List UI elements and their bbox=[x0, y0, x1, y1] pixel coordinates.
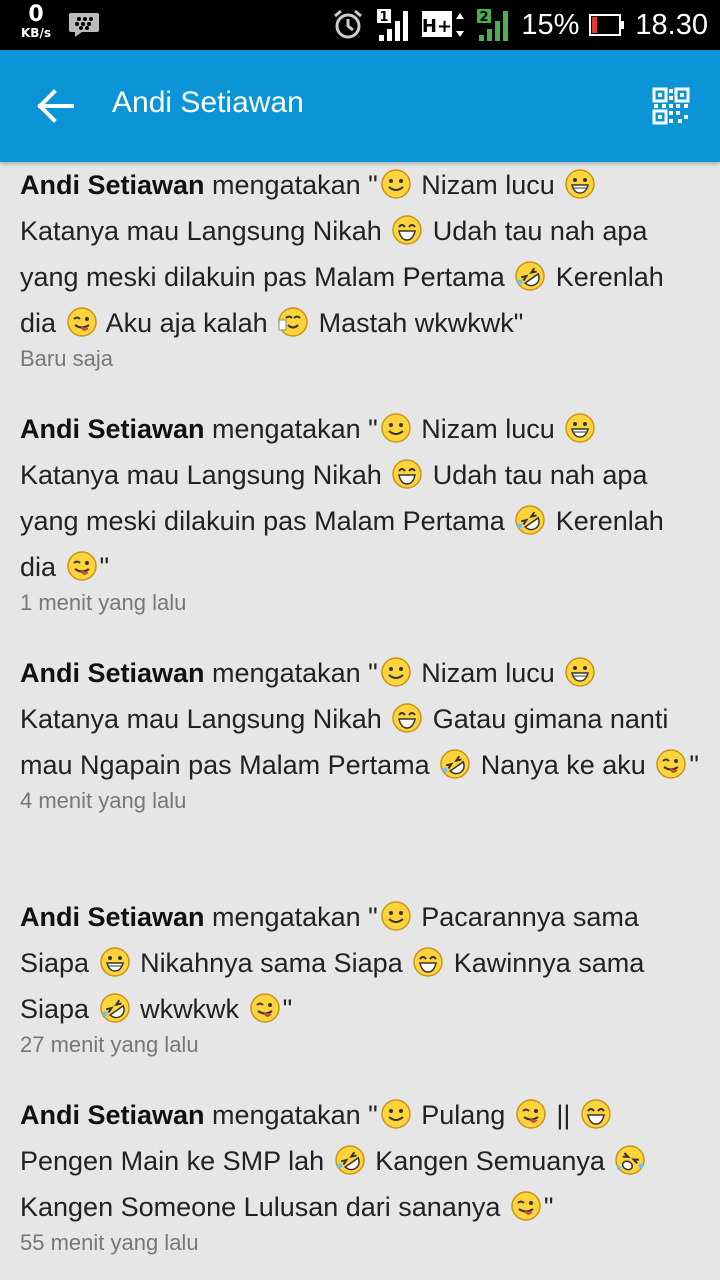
message-text: Pengen Main ke SMP lah bbox=[20, 1146, 332, 1176]
update-item[interactable]: Andi Setiawan mengatakan " Nizam lucu Ka… bbox=[0, 162, 720, 406]
tongue-emoji-icon bbox=[516, 1099, 546, 1129]
message-text: wkwkwk bbox=[132, 994, 247, 1024]
message-text: " bbox=[99, 552, 110, 582]
update-item[interactable]: Andi Setiawan mengatakan " Nizam lucu Ka… bbox=[0, 406, 720, 650]
back-arrow-icon[interactable] bbox=[30, 84, 80, 128]
author-name[interactable]: Andi Setiawan bbox=[20, 658, 205, 688]
update-timestamp: 4 menit yang lalu bbox=[20, 788, 187, 813]
author-name[interactable]: Andi Setiawan bbox=[20, 1100, 205, 1130]
svg-text:1: 1 bbox=[380, 10, 389, 25]
update-timestamp: 1 menit yang lalu bbox=[20, 590, 187, 615]
message-text: Katanya mau Langsung Nikah bbox=[20, 460, 390, 490]
grin-emoji-icon bbox=[565, 169, 596, 199]
network-type-icon: H+ bbox=[422, 11, 465, 37]
network-speed-value: 0 bbox=[28, 2, 44, 27]
message-text: Katanya mau Langsung Nikah bbox=[20, 704, 390, 734]
laugh-emoji-icon bbox=[392, 703, 422, 733]
update-feed: Andi Setiawan mengatakan " Nizam lucu Ka… bbox=[0, 162, 720, 1280]
update-verb: mengatakan " bbox=[204, 1100, 378, 1130]
signal-sim1-icon: 1 bbox=[377, 9, 409, 41]
battery-icon bbox=[589, 14, 625, 36]
tongue-emoji-icon bbox=[511, 1191, 541, 1221]
update-verb: mengatakan " bbox=[204, 414, 378, 444]
update-verb: mengatakan " bbox=[204, 902, 378, 932]
svg-text:H+: H+ bbox=[422, 16, 452, 37]
update-item[interactable]: Andi Setiawan mengatakan " Nizam lucu Ka… bbox=[0, 650, 720, 894]
laugh-emoji-icon bbox=[392, 215, 422, 245]
author-name[interactable]: Andi Setiawan bbox=[20, 170, 205, 200]
page-title: Andi Setiawan bbox=[112, 86, 304, 119]
alarm-icon bbox=[334, 9, 363, 39]
message-text: Kangen Semuanya bbox=[367, 1146, 613, 1176]
tongue-emoji-icon bbox=[66, 551, 97, 581]
qr-code-icon[interactable] bbox=[652, 87, 690, 125]
message-text: " bbox=[543, 1192, 554, 1222]
message-text: Nizam lucu bbox=[413, 414, 563, 444]
network-speed-unit: KB/s bbox=[21, 26, 51, 40]
smile-emoji-icon bbox=[380, 413, 411, 443]
rofl-emoji-icon bbox=[99, 993, 130, 1023]
grin-emoji-icon bbox=[565, 413, 596, 443]
update-item[interactable]: Andi Setiawan mengatakan " Pulang || Pen… bbox=[0, 1092, 720, 1280]
message-text: Nanya ke aku bbox=[473, 750, 654, 780]
smile-emoji-icon bbox=[380, 1099, 411, 1129]
smile-emoji-icon bbox=[380, 657, 411, 687]
app-bar: Andi Setiawan bbox=[0, 50, 720, 162]
drink-emoji-icon bbox=[278, 307, 308, 337]
update-message: Andi Setiawan mengatakan " Nizam lucu Ka… bbox=[20, 406, 702, 590]
update-timestamp: Baru saja bbox=[20, 346, 113, 371]
update-item[interactable]: Andi Setiawan mengatakan " Pacarannya sa… bbox=[0, 894, 720, 1092]
message-text: " bbox=[282, 994, 293, 1024]
update-message: Andi Setiawan mengatakan " Nizam lucu Ka… bbox=[20, 650, 702, 788]
message-text: Mastah wkwkwk" bbox=[311, 308, 524, 338]
tongue-emoji-icon bbox=[656, 749, 687, 779]
clock: 18.30 bbox=[635, 8, 708, 41]
message-text: Nizam lucu bbox=[413, 658, 563, 688]
update-timestamp: 55 menit yang lalu bbox=[20, 1230, 199, 1255]
rofl-emoji-icon bbox=[515, 505, 545, 535]
message-text: Nizam lucu bbox=[413, 170, 563, 200]
smile-emoji-icon bbox=[380, 901, 411, 931]
message-text: || bbox=[548, 1100, 578, 1130]
bbm-notification-icon bbox=[69, 13, 99, 37]
update-message: Andi Setiawan mengatakan " Pacarannya sa… bbox=[20, 894, 702, 1032]
rofl-emoji-icon bbox=[515, 261, 545, 291]
tongue-emoji-icon bbox=[249, 993, 280, 1023]
laugh-emoji-icon bbox=[581, 1099, 611, 1129]
rofl-emoji-icon bbox=[334, 1145, 365, 1175]
update-message: Andi Setiawan mengatakan " Pulang || Pen… bbox=[20, 1092, 702, 1230]
message-text: Aku aja kalah bbox=[99, 308, 276, 338]
laugh-emoji-icon bbox=[413, 947, 443, 977]
update-verb: mengatakan " bbox=[204, 170, 378, 200]
update-verb: mengatakan " bbox=[204, 658, 378, 688]
update-message: Andi Setiawan mengatakan " Nizam lucu Ka… bbox=[20, 162, 702, 346]
status-bar: 0 KB/s 1 H+ 2 15% 18.30 bbox=[0, 0, 720, 50]
message-text: " bbox=[689, 750, 699, 780]
signal-sim2-icon: 2 bbox=[477, 9, 509, 41]
author-name[interactable]: Andi Setiawan bbox=[20, 414, 205, 444]
battery-percent: 15% bbox=[521, 8, 580, 41]
message-text: Pulang bbox=[413, 1100, 513, 1130]
message-text: Nikahnya sama Siapa bbox=[132, 948, 411, 978]
message-text: Kangen Someone Lulusan dari sananya bbox=[20, 1192, 508, 1222]
tongue-emoji-icon bbox=[66, 307, 97, 337]
smile-emoji-icon bbox=[380, 169, 411, 199]
update-timestamp: 27 menit yang lalu bbox=[20, 1032, 199, 1057]
message-text: Katanya mau Langsung Nikah bbox=[20, 216, 390, 246]
laugh-emoji-icon bbox=[392, 459, 422, 489]
teary-emoji-icon bbox=[615, 1145, 646, 1175]
svg-text:2: 2 bbox=[480, 10, 489, 25]
grin-emoji-icon bbox=[99, 947, 130, 977]
rofl-emoji-icon bbox=[440, 749, 470, 779]
grin-emoji-icon bbox=[565, 657, 596, 687]
author-name[interactable]: Andi Setiawan bbox=[20, 902, 205, 932]
network-speed: 0 KB/s bbox=[16, 2, 56, 40]
